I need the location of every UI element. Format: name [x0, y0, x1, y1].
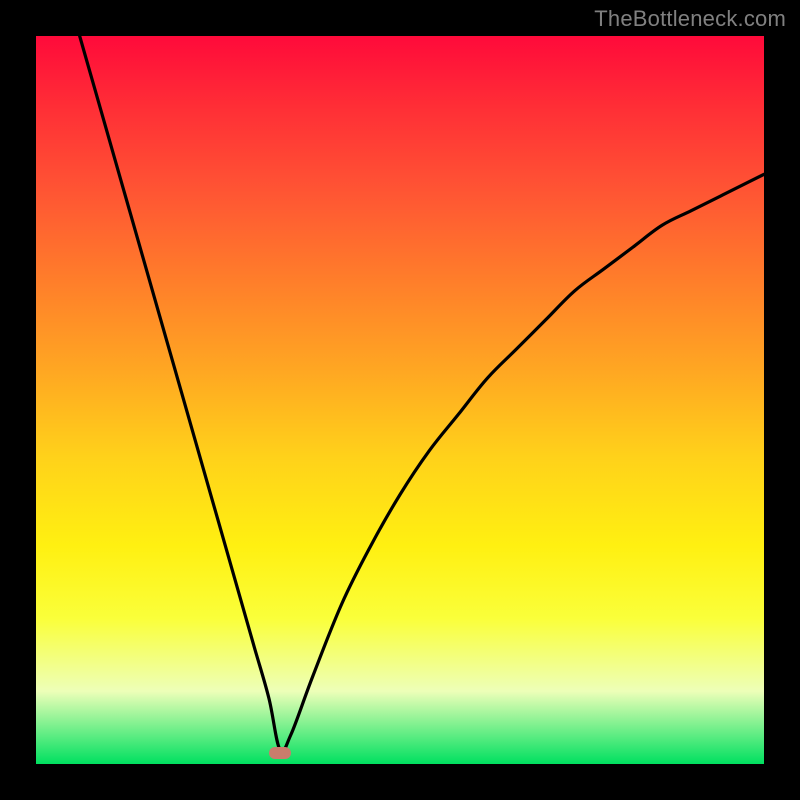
watermark-text: TheBottleneck.com [594, 6, 786, 32]
plot-area [36, 36, 764, 764]
optimal-point-marker [269, 747, 291, 759]
bottleneck-curve [36, 36, 764, 764]
chart-frame: TheBottleneck.com [0, 0, 800, 800]
